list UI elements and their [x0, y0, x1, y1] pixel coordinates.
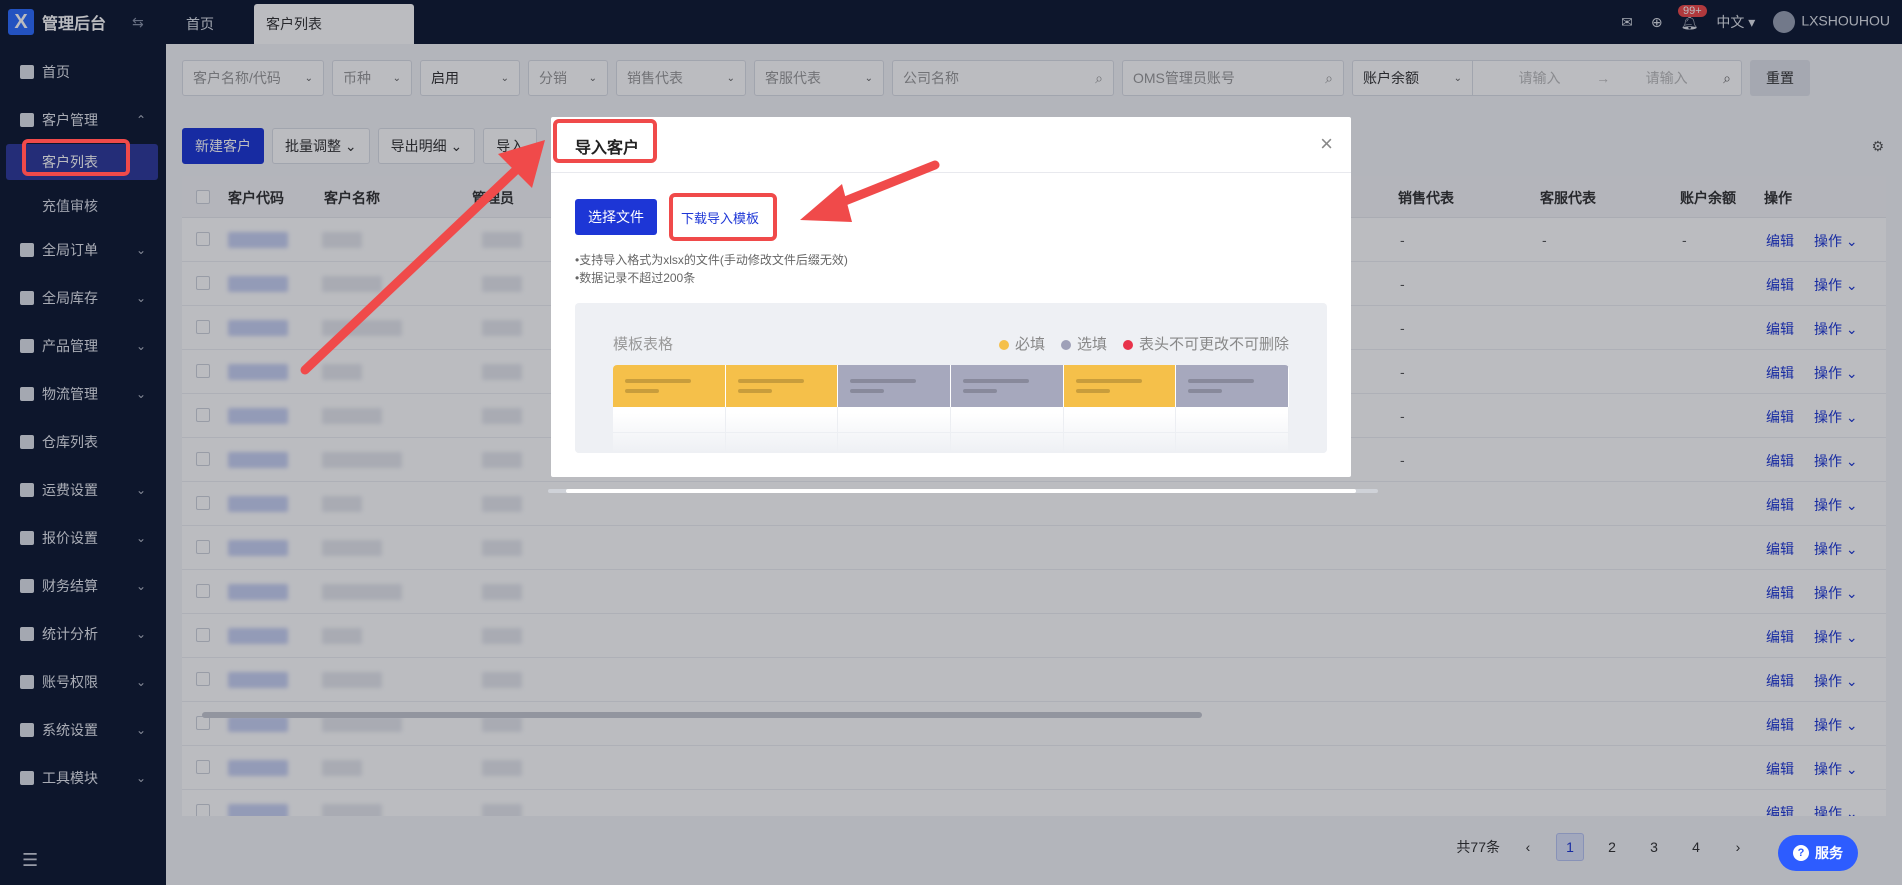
- template-preview-title: 模板表格: [613, 336, 674, 353]
- template-column-optional: [1176, 365, 1289, 407]
- legend-required: 必填: [998, 333, 1045, 354]
- service-button[interactable]: ? 服务: [1778, 835, 1858, 871]
- template-header-row: [613, 365, 1289, 407]
- placeholder-bar: [1188, 379, 1255, 383]
- dialog-header: 导入客户 ×: [551, 117, 1351, 173]
- help-icon: ?: [1793, 845, 1809, 861]
- legend-optional-label: 选填: [1076, 336, 1107, 353]
- highlight-box-download-template: [669, 193, 777, 241]
- dialog-scrollbar-thumb[interactable]: [566, 489, 1356, 493]
- legend-optional: 选填: [1060, 333, 1107, 354]
- template-preview: 模板表格 必填 选填 表头不可更改不可删除: [575, 303, 1327, 453]
- required-dot-icon: [998, 340, 1009, 351]
- legend-locked-label: 表头不可更改不可删除: [1138, 336, 1289, 353]
- template-column-required: [1063, 365, 1177, 407]
- template-legend: 必填 选填 表头不可更改不可删除: [998, 333, 1289, 354]
- placeholder-bar: [1188, 389, 1223, 393]
- choose-file-button[interactable]: 选择文件: [575, 199, 657, 235]
- placeholder-bar: [963, 379, 1030, 383]
- locked-dot-icon: [1122, 340, 1133, 351]
- placeholder-bar: [737, 389, 772, 393]
- optional-dot-icon: [1060, 340, 1071, 351]
- legend-locked: 表头不可更改不可删除: [1122, 333, 1289, 354]
- template-column-required: [613, 365, 726, 407]
- dialog-scrollbar[interactable]: [548, 489, 1378, 493]
- template-column-optional: [951, 365, 1064, 407]
- placeholder-bar: [1075, 389, 1110, 393]
- placeholder-bar: [850, 379, 917, 383]
- import-customer-dialog: 导入客户 × 选择文件 下载导入模板 •支持导入格式为xlsx的文件(手动修改文…: [551, 117, 1351, 477]
- placeholder-bar: [1075, 379, 1142, 383]
- template-column-optional: [838, 365, 952, 407]
- placeholder-bar: [625, 389, 659, 393]
- placeholder-bar: [850, 389, 885, 393]
- placeholder-bar: [625, 379, 691, 383]
- hint-format: •支持导入格式为xlsx的文件(手动修改文件后缀无效): [575, 253, 848, 267]
- placeholder-bar: [737, 379, 804, 383]
- placeholder-bar: [963, 389, 998, 393]
- hint-limit: •数据记录不超过200条: [575, 271, 696, 285]
- template-column-required: [725, 365, 839, 407]
- highlight-box-dialog-title: [553, 119, 657, 163]
- template-fade: [575, 413, 1327, 453]
- service-button-label: 服务: [1815, 845, 1843, 861]
- legend-required-label: 必填: [1014, 336, 1045, 353]
- highlight-box-customer-list: [22, 139, 130, 176]
- close-icon[interactable]: ×: [1320, 131, 1333, 157]
